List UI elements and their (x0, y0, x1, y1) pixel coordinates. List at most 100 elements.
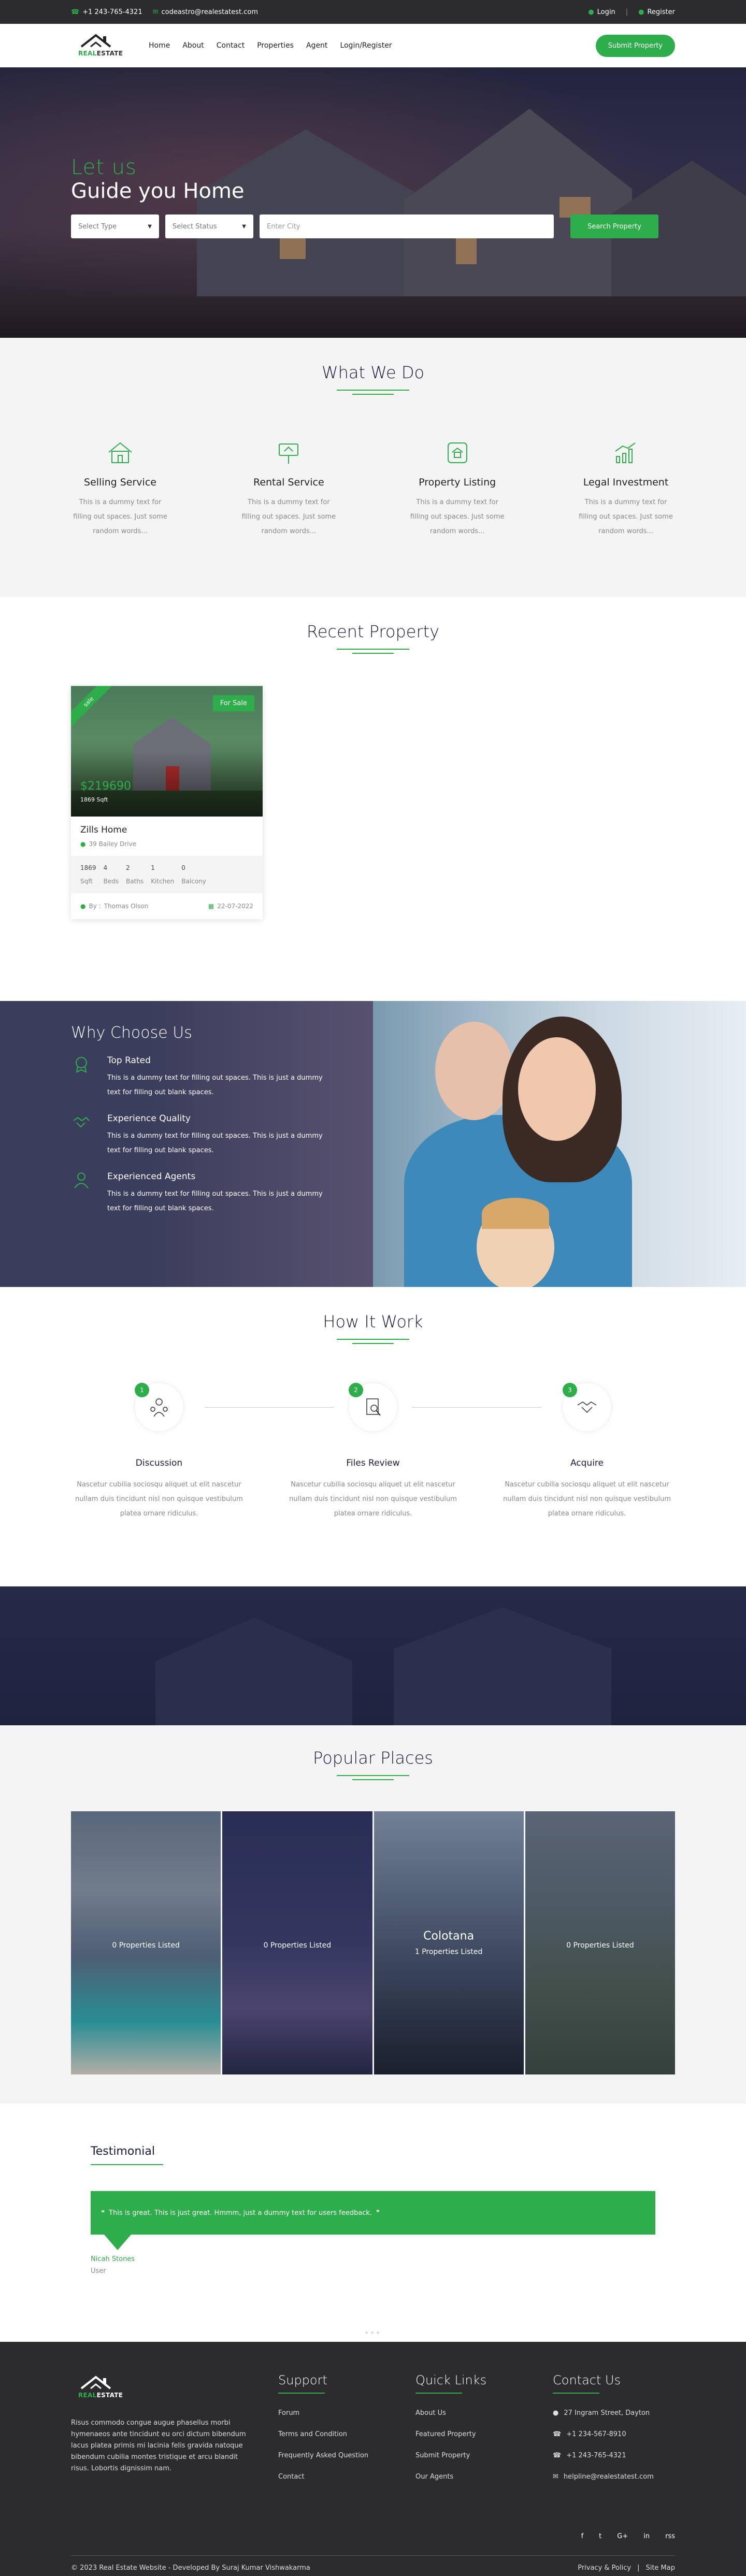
feature-item: Experienced Agents This is a dummy text f… (71, 1171, 373, 1216)
footer-bottom: © 2023 Real Estate Website - Developed B… (71, 2555, 675, 2572)
property-card[interactable]: sale For Sale $219690 1869 Sqft Zills Ho… (71, 686, 263, 919)
step-discussion: 1 Discussion Nascetur cubilia sociosqu a… (71, 1382, 247, 1521)
contact-phone[interactable]: ☎ +1 234-567-8910 (553, 2430, 675, 2438)
footer-link[interactable]: Frequently Asked Question (278, 2452, 415, 2459)
quote-open-icon: ❝ (101, 2209, 105, 2217)
footer-heading: Contact Us (553, 2373, 621, 2387)
map-pin-icon: ● (553, 2409, 559, 2417)
spec-label: Sqft (80, 878, 93, 885)
user-plus-icon: ● (638, 8, 644, 16)
login-link[interactable]: ● Login (588, 8, 615, 16)
spec-value: 1869 (80, 864, 96, 871)
feature-text: This is a dummy text for filling out spa… (107, 1190, 323, 1212)
footer-logo[interactable]: REALESTATE (71, 2373, 128, 2402)
place-card[interactable]: 0 Properties Listed (525, 1811, 675, 2074)
nav-home[interactable]: Home (149, 41, 170, 50)
service-text: This is a dummy text for filling out spa… (410, 498, 505, 535)
phone-icon: ☎ (553, 2452, 562, 2459)
contact-address: ● 27 Ingram Street, Dayton (553, 2409, 650, 2417)
footer-link[interactable]: Our Agents (415, 2473, 553, 2481)
topbar-email[interactable]: ✉ codeastro@realestatest.com (153, 8, 258, 16)
title-underline (91, 2164, 163, 2165)
footer-link[interactable]: Submit Property (415, 2452, 553, 2459)
place-count: 0 Properties Listed (263, 1941, 332, 1950)
select-status-dropdown[interactable]: Select Status ▼ (165, 214, 253, 238)
footer-link[interactable]: Terms and Condition (278, 2430, 415, 2438)
spec-value: 0 (181, 864, 185, 871)
property-address: ● 39 Bailey Drive (80, 840, 137, 848)
city-input[interactable]: Enter City (260, 214, 554, 238)
submit-property-button[interactable]: Submit Property (595, 34, 675, 57)
how-it-works-section: How It Work 1 Discussion Nascetur cubili… (0, 1287, 746, 1586)
search-property-button[interactable]: Search Property (570, 214, 658, 238)
place-card[interactable]: 0 Properties Listed (222, 1811, 372, 2074)
rss-icon[interactable]: rss (665, 2532, 675, 2540)
footer: REALESTATE Risus commodo congue augue ph… (0, 2342, 746, 2576)
agent-icon (71, 1171, 92, 1192)
section-title: Recent Property (306, 622, 440, 641)
contact-email[interactable]: ✉ helpline@realestatest.com (553, 2473, 675, 2481)
popular-places-section: Popular Places 0 Properties Listed 0 Pro… (0, 1725, 746, 2103)
footer-heading: Support (278, 2373, 327, 2387)
section-title: Testimonial (91, 2145, 155, 2158)
chevron-down-icon: ▼ (242, 223, 246, 230)
sitemap-link[interactable]: Site Map (645, 2564, 675, 2572)
service-rental: Rental Service This is a dummy text for … (239, 437, 338, 539)
footer-link[interactable]: About Us (415, 2409, 553, 2417)
step-text: Nascetur cubilia sociosqu aliquet ut eli… (503, 1481, 671, 1518)
nav-about[interactable]: About (182, 41, 204, 50)
carousel-dots[interactable] (365, 2331, 379, 2334)
property-agent: ● By : Thomas Olson (80, 903, 149, 910)
property-image[interactable]: sale For Sale $219690 1869 Sqft (71, 686, 263, 817)
spec-label: Balcony (181, 878, 206, 885)
google-plus-icon[interactable]: G+ (617, 2532, 628, 2540)
nav-contact[interactable]: Contact (217, 41, 245, 50)
feature-title: Experience Quality (107, 1113, 191, 1124)
service-text: This is a dummy text for filling out spa… (73, 498, 167, 535)
spec-label: Beds (103, 878, 119, 885)
property-name[interactable]: Zills Home (80, 825, 253, 835)
footer-link[interactable]: Contact (278, 2473, 415, 2481)
place-card[interactable]: 0 Properties Listed (71, 1811, 221, 2074)
privacy-link[interactable]: Privacy & Policy (578, 2564, 631, 2572)
step-acquire: 3 Acquire Nascetur cubilia sociosqu aliq… (499, 1382, 675, 1521)
why-choose-us-section: Why Choose Us Top Rated This is a dummy t… (0, 1001, 746, 1287)
facebook-icon[interactable]: f (581, 2532, 584, 2540)
select-type-dropdown[interactable]: Select Type ▼ (71, 214, 159, 238)
service-text: This is a dummy text for filling out spa… (241, 498, 336, 535)
nav-agent[interactable]: Agent (306, 41, 327, 50)
phone-icon: ☎ (71, 8, 80, 16)
what-we-do-section: What We Do Selling Service This is a dum… (0, 338, 746, 597)
twitter-icon[interactable]: t (599, 2532, 601, 2540)
hero-heading: Guide you Home (71, 179, 245, 203)
service-title: Property Listing (419, 477, 496, 488)
discussion-icon (150, 1398, 168, 1417)
hero-banner: Let us Guide you Home Select Type ▼ Selec… (0, 67, 746, 338)
place-count: 0 Properties Listed (112, 1941, 180, 1950)
topbar-phone[interactable]: ☎ +1 243-765-4321 (71, 8, 142, 16)
calendar-icon: ▦ (208, 903, 214, 910)
step-title: Discussion (135, 1458, 183, 1468)
recent-property-section: Recent Property sale For Sale $219690 18… (0, 597, 746, 1001)
nav-properties[interactable]: Properties (257, 41, 294, 50)
nav-login-register[interactable]: Login/Register (340, 41, 392, 50)
service-title: Rental Service (253, 477, 324, 488)
for-sale-badge: For Sale (212, 695, 254, 711)
linkedin-icon[interactable]: in (643, 2532, 650, 2540)
title-underline (337, 649, 409, 656)
footer-link[interactable]: Forum (278, 2409, 415, 2417)
spec-value: 4 (103, 864, 108, 871)
step-title: Files Review (346, 1458, 400, 1468)
footer-about: Risus commodo congue augue phasellus mor… (71, 2419, 246, 2472)
hero-tagline: Let us (71, 155, 137, 179)
service-listing: Property Listing This is a dummy text fo… (408, 437, 507, 539)
footer-link[interactable]: Featured Property (415, 2430, 553, 2438)
contact-phone[interactable]: ☎ +1 243-765-4321 (553, 2452, 675, 2459)
house-icon (105, 437, 136, 468)
section-title: How It Work (323, 1312, 423, 1332)
title-underline (337, 1775, 409, 1782)
place-card[interactable]: Colotana 1 Properties Listed (374, 1811, 524, 2074)
handshake-icon (71, 1113, 92, 1134)
register-link[interactable]: ● Register (638, 8, 675, 16)
logo[interactable]: REALESTATE (71, 31, 128, 60)
